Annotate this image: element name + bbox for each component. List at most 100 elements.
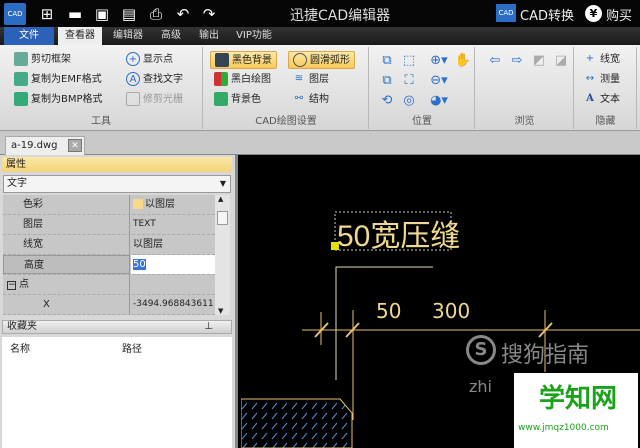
structure-button[interactable]: ⚯ 结构 xyxy=(292,91,329,109)
pin-icon[interactable]: ⊥ xyxy=(204,321,213,333)
group-label: 位置 xyxy=(412,116,432,127)
favorites-header: 收藏夹 ⊥ xyxy=(2,320,232,334)
fit-all-icon[interactable]: ⧉ xyxy=(378,72,396,90)
prop-row-layer[interactable]: 图层 TEXT xyxy=(3,215,215,235)
extents-icon[interactable]: ⛶ xyxy=(400,72,418,90)
watermark-zhi: zhi xyxy=(469,377,492,396)
emf-icon xyxy=(14,72,28,86)
object-type-select[interactable]: 文字 ▼ xyxy=(3,175,231,193)
left-panel: 属性 文字 ▼ 色彩 以图层 图层 TEXT 线宽 以图层 高度 50 − 点 X -3494… xyxy=(0,155,238,448)
line-width-button[interactable]: + 线宽 xyxy=(583,51,620,69)
view-3d-icon[interactable]: ◕▾ xyxy=(426,92,452,110)
color-swatch xyxy=(133,199,143,209)
find-text-icon: A xyxy=(126,72,140,86)
dimension-text-300: 300 xyxy=(432,299,470,323)
ribbon: 剪切框架 复制为EMF格式 复制为BMP格式 + 显示点 A 查找文字 修剪光栅 工… xyxy=(0,45,640,131)
collapse-icon[interactable]: − xyxy=(7,281,16,290)
arrow-right-icon[interactable]: ⇨ xyxy=(508,52,526,70)
title-bar: CAD ⊞ ▬ ▣ ▤ ⎙ ↶ ↷ 迅捷CAD编辑器 CAD CAD转换 ¥ 购… xyxy=(0,0,640,27)
properties-scrollbar[interactable]: ▲ ▼ xyxy=(215,195,230,315)
tab-output[interactable]: 输出 xyxy=(193,27,225,45)
text-icon: A xyxy=(586,93,594,104)
watermark-xzw: 学知网 www.jmqz1000.com xyxy=(514,373,638,448)
open-icon[interactable]: ▬ xyxy=(65,4,85,24)
prop-row-point[interactable]: − 点 xyxy=(3,275,215,295)
prop-row-linewidth[interactable]: 线宽 以图层 xyxy=(3,235,215,255)
next-page-icon[interactable]: ◪ xyxy=(552,52,570,70)
bmp-icon xyxy=(14,92,28,106)
scroll-up-icon[interactable]: ▲ xyxy=(218,195,223,203)
group-tools: 剪切框架 复制为EMF格式 复制为BMP格式 + 显示点 A 查找文字 修剪光栅 工… xyxy=(0,47,203,129)
prop-row-height[interactable]: 高度 50 xyxy=(3,255,215,275)
group-cad-settings: 黑色背景 黑白绘图 背景色 圆滑弧形 ≋ 图层 ⚯ 结构 CAD绘图设置 xyxy=(204,47,369,129)
tab-vip[interactable]: VIP功能 xyxy=(230,27,278,45)
layers-icon: ≋ xyxy=(294,73,304,84)
trim-raster-button[interactable]: 修剪光栅 xyxy=(126,91,183,109)
tab-editor[interactable]: 编辑器 xyxy=(108,27,148,45)
height-input[interactable]: 50 xyxy=(131,255,215,274)
zoom-in-icon[interactable]: ⊕▾ xyxy=(426,52,452,70)
app-logo: CAD xyxy=(4,3,26,25)
prop-row-color[interactable]: 色彩 以图层 xyxy=(3,195,215,215)
crop-frame-button[interactable]: 剪切框架 xyxy=(14,51,71,69)
smooth-arc-button[interactable]: 圆滑弧形 xyxy=(288,51,355,69)
group-label: 浏览 xyxy=(514,116,535,127)
watermark-sogou: 搜狗指南 xyxy=(501,343,590,368)
window-title: 迅捷CAD编辑器 xyxy=(290,8,391,24)
cad-convert-button[interactable]: CAD转换 xyxy=(520,5,574,24)
show-points-button[interactable]: + 显示点 xyxy=(126,51,173,69)
copy-emf-button[interactable]: 复制为EMF格式 xyxy=(14,71,102,89)
scroll-down-icon[interactable]: ▼ xyxy=(218,307,223,315)
new-icon[interactable]: ⊞ xyxy=(37,4,57,24)
bw-drawing-button[interactable]: 黑白绘图 xyxy=(214,71,271,89)
scroll-thumb[interactable] xyxy=(217,211,228,225)
copy-bmp-button[interactable]: 复制为BMP格式 xyxy=(14,91,103,109)
selected-text: 50宽压缝 xyxy=(337,220,460,253)
background-color-button[interactable]: 背景色 xyxy=(214,91,261,109)
fit-icon[interactable]: ⧉ xyxy=(378,52,396,70)
group-label: CAD绘图设置 xyxy=(255,116,317,127)
undo-icon[interactable]: ↶ xyxy=(173,4,193,24)
black-background-button[interactable]: 黑色背景 xyxy=(210,51,277,69)
menu-file[interactable]: 文件 xyxy=(4,27,54,45)
tab-advanced[interactable]: 高级 xyxy=(154,27,188,45)
measure-button[interactable]: ↔ 测量 xyxy=(583,71,620,89)
save-as-icon[interactable]: ▤ xyxy=(119,4,139,24)
doc-tab[interactable]: a-19.dwg ✕ xyxy=(5,136,85,155)
tab-viewer[interactable]: 查看器 xyxy=(58,27,102,45)
prev-page-icon[interactable]: ◩ xyxy=(530,52,548,70)
layers-button[interactable]: ≋ 图层 xyxy=(292,71,329,89)
hatched-region xyxy=(241,398,353,448)
column-name[interactable]: 名称 xyxy=(10,340,30,355)
print-icon[interactable]: ⎙ xyxy=(146,4,166,24)
favorites-list: 名称 路径 xyxy=(2,337,232,448)
chevron-down-icon: ▼ xyxy=(219,179,226,188)
group-hide: + 线宽 ↔ 测量 A 文本 隐藏 xyxy=(575,47,637,129)
find-text-button[interactable]: A 查找文字 xyxy=(126,71,183,89)
rotate-icon[interactable]: ⟲ xyxy=(378,92,396,110)
zoom-refresh-icon[interactable]: ◎ xyxy=(400,92,418,110)
buy-button[interactable]: 购买 xyxy=(606,5,632,24)
arrow-left-icon[interactable]: ⇦ xyxy=(486,52,504,70)
dimension-text-50: 50 xyxy=(376,299,401,323)
target-icon: + xyxy=(126,52,140,66)
group-label: 隐藏 xyxy=(595,116,616,127)
prop-row-x[interactable]: X -3494.968843611 xyxy=(3,295,215,315)
document-tabs: a-19.dwg ✕ xyxy=(0,131,640,155)
drawing-canvas[interactable]: 50宽压缝 50 300 S 搜狗指南 zhi 学知网 www.jmqz1000… xyxy=(241,155,640,448)
redo-icon[interactable]: ↷ xyxy=(199,4,219,24)
group-browse: ⇦ ⇨ ◩ ◪ 浏览 xyxy=(476,47,574,129)
bg-color-icon xyxy=(214,92,228,106)
arc-icon xyxy=(293,53,307,67)
save-icon[interactable]: ▣ xyxy=(92,4,112,24)
cad-convert-icon: CAD xyxy=(496,4,516,22)
column-path[interactable]: 路径 xyxy=(122,340,142,355)
close-icon[interactable]: ✕ xyxy=(68,139,82,152)
sogou-logo-icon: S xyxy=(466,335,496,365)
structure-icon: ⚯ xyxy=(294,93,304,104)
pan-hand-icon[interactable]: ✋ xyxy=(454,52,472,70)
text-button[interactable]: A 文本 xyxy=(583,91,620,109)
zoom-window-icon[interactable]: ⬚ xyxy=(400,52,418,70)
zoom-out-icon[interactable]: ⊖▾ xyxy=(426,72,452,90)
group-label: 工具 xyxy=(91,116,111,127)
